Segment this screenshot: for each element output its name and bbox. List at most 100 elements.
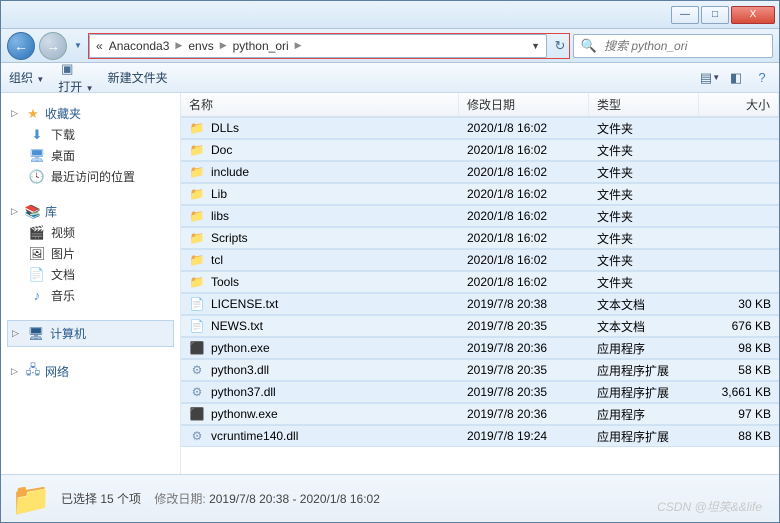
file-name: pythonw.exe	[211, 407, 278, 421]
status-selected: 已选择 15 个项	[61, 492, 141, 506]
video-icon: 🎬	[29, 225, 45, 241]
sidebar-item-music[interactable]: ♪音乐	[7, 285, 174, 306]
sidebar-item-network[interactable]: ▷🖧网络	[7, 361, 174, 382]
table-row[interactable]: 📁Scripts2020/1/8 16:02文件夹	[181, 227, 779, 249]
computer-icon: 🖥	[28, 326, 44, 342]
address-dropdown-icon[interactable]: ▼	[531, 41, 540, 51]
back-button[interactable]: ←	[7, 32, 35, 60]
dll-icon: ⚙	[189, 428, 205, 444]
address-bar[interactable]: « Anaconda3 ▶ envs ▶ python_ori ▶ ▼	[89, 34, 547, 58]
status-moddate-label: 修改日期:	[154, 492, 205, 506]
explorer-window: — □ X ← → ▼ « Anaconda3 ▶ envs ▶ python_…	[0, 0, 780, 523]
file-size: 58 KB	[699, 363, 779, 377]
breadcrumb[interactable]: Anaconda3	[109, 39, 170, 53]
table-row[interactable]: ⬛python.exe2019/7/8 20:36应用程序98 KB	[181, 337, 779, 359]
file-name: LICENSE.txt	[211, 297, 278, 311]
file-type: 应用程序扩展	[589, 384, 699, 401]
breadcrumb[interactable]: python_ori	[233, 39, 289, 53]
file-date: 2019/7/8 20:35	[459, 385, 589, 399]
file-type: 应用程序扩展	[589, 362, 699, 379]
file-name: Scripts	[211, 231, 248, 245]
chevron-right-icon: ▶	[175, 40, 182, 51]
close-button[interactable]: X	[731, 6, 775, 24]
table-row[interactable]: 📁DLLs2020/1/8 16:02文件夹	[181, 117, 779, 139]
table-row[interactable]: 📁Tools2020/1/8 16:02文件夹	[181, 271, 779, 293]
sidebar-favorites[interactable]: ▷★收藏夹	[7, 103, 174, 124]
help-button[interactable]: ?	[753, 69, 771, 87]
sidebar-item-pictures[interactable]: 🖼图片	[7, 243, 174, 264]
minimize-button[interactable]: —	[671, 6, 699, 24]
file-date: 2019/7/8 20:35	[459, 363, 589, 377]
file-type: 文件夹	[589, 120, 699, 137]
view-mode-button[interactable]: ▤ ▼	[701, 69, 719, 87]
nav-history-dropdown[interactable]: ▼	[71, 33, 85, 59]
file-date: 2019/7/8 20:38	[459, 297, 589, 311]
file-type: 应用程序	[589, 340, 699, 357]
sidebar-item-desktop[interactable]: 🖥桌面	[7, 145, 174, 166]
file-date: 2019/7/8 20:36	[459, 407, 589, 421]
table-row[interactable]: 📁tcl2020/1/8 16:02文件夹	[181, 249, 779, 271]
file-type: 文本文档	[589, 318, 699, 335]
network-icon: 🖧	[25, 364, 41, 380]
table-row[interactable]: 📄LICENSE.txt2019/7/8 20:38文本文档30 KB	[181, 293, 779, 315]
status-bar: 📁 已选择 15 个项 修改日期: 2019/7/8 20:38 - 2020/…	[1, 474, 779, 522]
sidebar-item-documents[interactable]: 📄文档	[7, 264, 174, 285]
column-name[interactable]: 名称	[181, 93, 459, 116]
folder-icon: 📁	[189, 274, 205, 290]
folder-icon: 📁	[189, 164, 205, 180]
column-size[interactable]: 大小	[699, 93, 779, 116]
table-row[interactable]: 📁Doc2020/1/8 16:02文件夹	[181, 139, 779, 161]
file-date: 2020/1/8 16:02	[459, 187, 589, 201]
pictures-icon: 🖼	[29, 246, 45, 262]
refresh-button[interactable]: ↻	[551, 37, 569, 55]
file-name: Lib	[211, 187, 227, 201]
titlebar: — □ X	[1, 1, 779, 29]
table-row[interactable]: 📁libs2020/1/8 16:02文件夹	[181, 205, 779, 227]
sidebar-library[interactable]: ▷📚库	[7, 201, 174, 222]
file-name: NEWS.txt	[211, 319, 263, 333]
column-date[interactable]: 修改日期	[459, 93, 589, 116]
sidebar-item-downloads[interactable]: ⬇下载	[7, 124, 174, 145]
preview-pane-button[interactable]: ◧	[727, 69, 745, 87]
file-name: python.exe	[211, 341, 270, 355]
file-name: tcl	[211, 253, 223, 267]
table-row[interactable]: 📁include2020/1/8 16:02文件夹	[181, 161, 779, 183]
file-type: 文本文档	[589, 296, 699, 313]
file-size: 30 KB	[699, 297, 779, 311]
file-type: 文件夹	[589, 186, 699, 203]
table-row[interactable]: 📄NEWS.txt2019/7/8 20:35文本文档676 KB	[181, 315, 779, 337]
sidebar-item-computer[interactable]: ▷🖥计算机	[7, 320, 174, 347]
file-type: 文件夹	[589, 274, 699, 291]
chevron-right-icon: ▶	[220, 40, 227, 51]
forward-button[interactable]: →	[39, 32, 67, 60]
folder-icon: 📁	[189, 186, 205, 202]
open-button[interactable]: ▣ 打开 ▼	[58, 60, 93, 95]
table-row[interactable]: ⚙python3.dll2019/7/8 20:35应用程序扩展58 KB	[181, 359, 779, 381]
folder-icon: 📁	[189, 230, 205, 246]
documents-icon: 📄	[29, 267, 45, 283]
sidebar-item-videos[interactable]: 🎬视频	[7, 222, 174, 243]
organize-button[interactable]: 组织 ▼	[9, 69, 44, 86]
column-type[interactable]: 类型	[589, 93, 699, 116]
new-folder-button[interactable]: 新建文件夹	[108, 69, 168, 86]
table-row[interactable]: 📁 Lib 2020/1/8 16:02文件夹	[181, 183, 779, 205]
table-row[interactable]: ⚙python37.dll2019/7/8 20:35应用程序扩展3,661 K…	[181, 381, 779, 403]
file-date: 2020/1/8 16:02	[459, 253, 589, 267]
table-row[interactable]: ⬛pythonw.exe2019/7/8 20:36应用程序97 KB	[181, 403, 779, 425]
maximize-button[interactable]: □	[701, 6, 729, 24]
table-row[interactable]: ⚙vcruntime140.dll2019/7/8 19:24应用程序扩展88 …	[181, 425, 779, 447]
file-size: 88 KB	[699, 429, 779, 443]
exe-icon: ⬛	[189, 340, 205, 356]
file-name: DLLs	[211, 121, 239, 135]
file-date: 2020/1/8 16:02	[459, 143, 589, 157]
breadcrumb[interactable]: envs	[188, 39, 213, 53]
search-box[interactable]: 🔍	[573, 34, 773, 58]
file-date: 2019/7/8 20:36	[459, 341, 589, 355]
folder-icon: 📁	[189, 142, 205, 158]
sidebar-item-recent[interactable]: 🕓最近访问的位置	[7, 166, 174, 187]
music-icon: ♪	[29, 288, 45, 304]
search-input[interactable]	[604, 39, 766, 53]
breadcrumb-overflow-icon[interactable]: «	[96, 39, 103, 53]
file-name: include	[211, 165, 249, 179]
file-type: 应用程序	[589, 406, 699, 423]
